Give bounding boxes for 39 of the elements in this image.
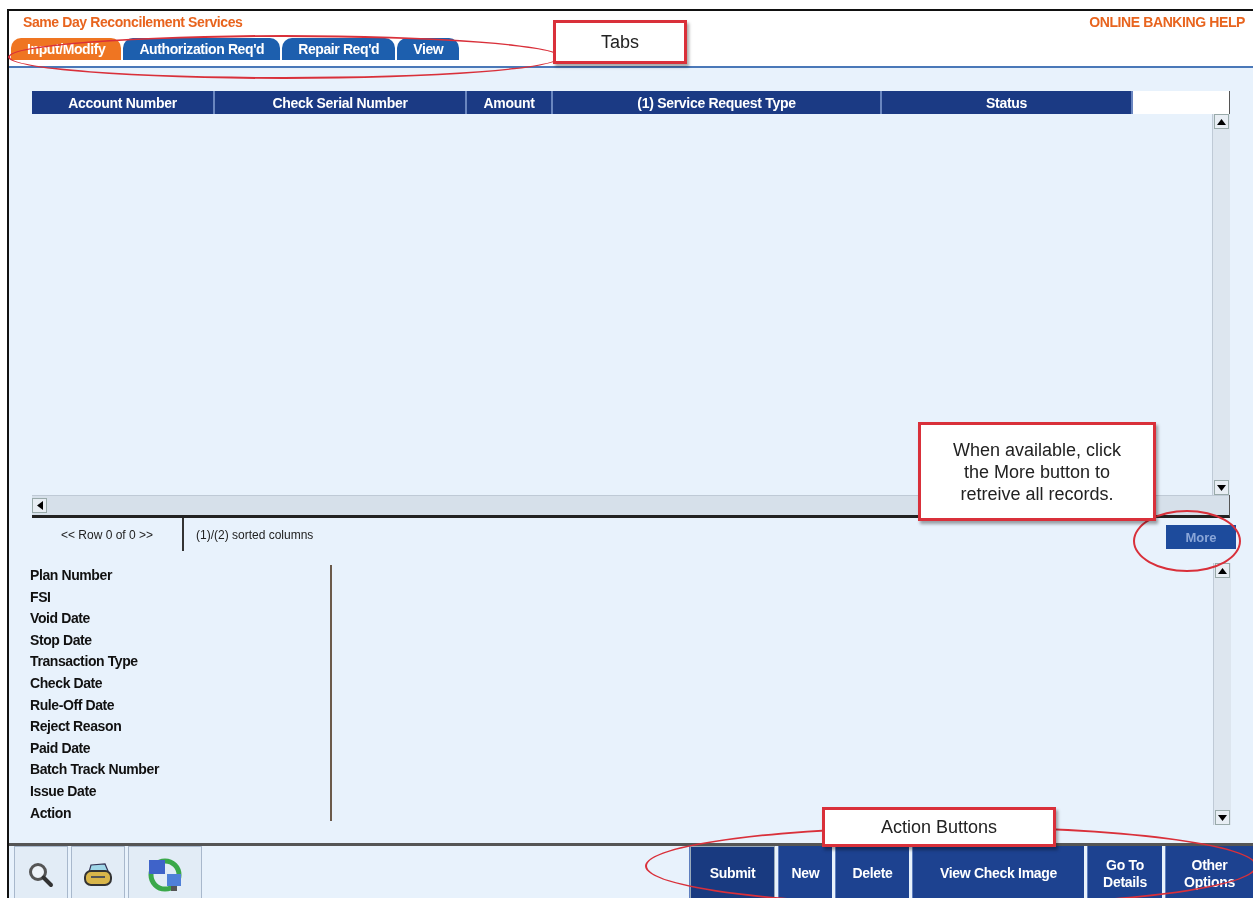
scroll-left-icon[interactable] bbox=[32, 498, 47, 513]
field-label: Plan Number bbox=[30, 566, 114, 585]
field-label: Void Date bbox=[30, 609, 91, 629]
field-label: Batch Track Number bbox=[30, 760, 161, 780]
field-label: Issue Date bbox=[30, 781, 98, 801]
callout-note: When available, click the More button to retreive all records. bbox=[918, 422, 1156, 521]
tab[interactable]: View bbox=[397, 38, 460, 60]
row-counter: << Row 0 of 0 >> bbox=[32, 518, 184, 551]
sort-note: (1)/(2) sorted columns bbox=[196, 527, 314, 542]
field-label: Rule-Off Date bbox=[30, 695, 116, 715]
tab[interactable]: Repair Req'd bbox=[282, 38, 396, 60]
field-label: FSI bbox=[30, 587, 52, 607]
scroll-down-icon[interactable] bbox=[1214, 480, 1229, 495]
column-header[interactable]: (1) Service Request Type bbox=[553, 91, 882, 114]
field-label: Transaction Type bbox=[30, 652, 139, 672]
column-header[interactable]: Status bbox=[882, 91, 1133, 114]
action-button[interactable]: Go To Details bbox=[1087, 846, 1162, 898]
scroll-down-icon[interactable] bbox=[1215, 810, 1230, 825]
action-button[interactable]: View Check Image bbox=[912, 846, 1084, 898]
action-button[interactable]: Delete bbox=[835, 846, 909, 898]
action-button[interactable]: Other Options bbox=[1165, 846, 1253, 898]
action-button[interactable]: Submit bbox=[689, 846, 775, 898]
column-header[interactable]: Account Number bbox=[32, 91, 215, 114]
callout-note: Action Buttons bbox=[822, 807, 1056, 847]
scroll-up-icon[interactable] bbox=[1215, 563, 1230, 578]
printer-icon[interactable] bbox=[83, 861, 113, 888]
field-label: Stop Date bbox=[30, 630, 93, 650]
callout-note: Tabs bbox=[553, 20, 687, 64]
field-label: Paid Date bbox=[30, 738, 92, 758]
column-header[interactable]: Check Serial Number bbox=[215, 91, 467, 114]
field-label: Reject Reason bbox=[30, 717, 123, 737]
column-header[interactable]: Amount bbox=[467, 91, 553, 114]
search-icon[interactable] bbox=[28, 861, 54, 888]
tab[interactable]: Authorization Req'd bbox=[123, 38, 281, 60]
field-label: Action bbox=[30, 803, 73, 823]
scroll-up-icon[interactable] bbox=[1214, 114, 1229, 129]
field-label: Check Date bbox=[30, 673, 104, 693]
app-title: Same Day Reconcilement Services bbox=[23, 14, 243, 30]
action-button[interactable]: New bbox=[778, 846, 832, 898]
